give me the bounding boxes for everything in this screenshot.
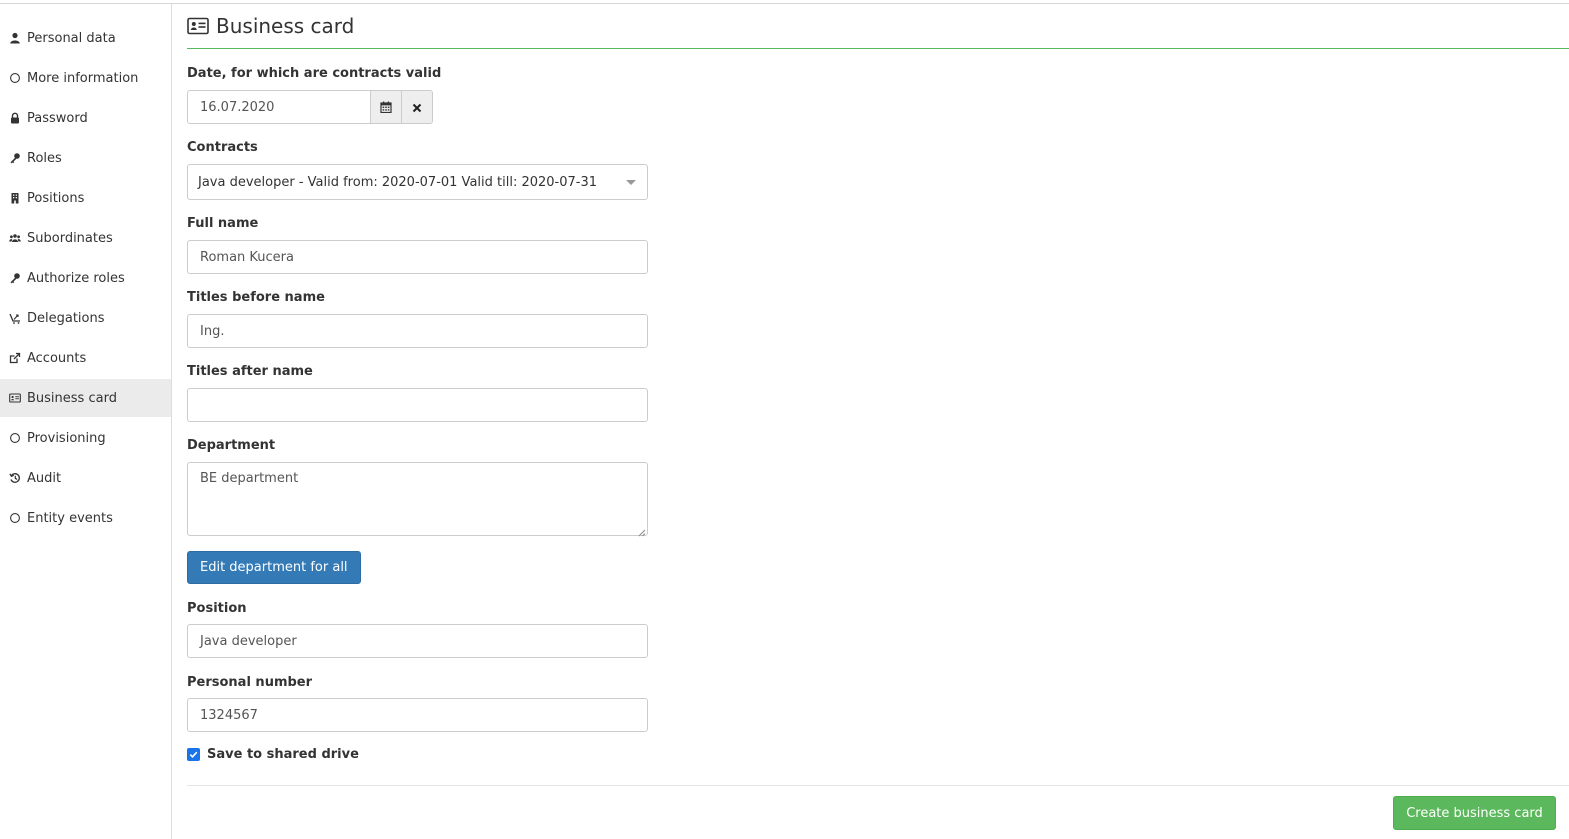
circle-icon xyxy=(9,72,21,84)
personal-number-label: Personal number xyxy=(187,675,313,690)
full-name-label: Full name xyxy=(187,216,259,231)
date-input[interactable]: 16.07.2020 xyxy=(187,90,371,124)
sidebar-item-label: Positions xyxy=(27,190,85,206)
titles-after-label: Titles after name xyxy=(187,364,313,379)
department-textarea[interactable]: BE department xyxy=(187,462,648,537)
sidebar-item-accounts[interactable]: Accounts xyxy=(0,339,171,377)
position-field[interactable]: Java developer xyxy=(187,624,648,658)
close-icon xyxy=(412,98,422,117)
sidebar-item-label: Accounts xyxy=(27,350,87,366)
sidebar-item-delegations[interactable]: Delegations xyxy=(0,299,171,337)
contracts-select[interactable]: Java developer - Valid from: 2020-07-01 … xyxy=(187,164,648,200)
sidebar-item-label: Roles xyxy=(27,150,62,166)
circle-icon xyxy=(9,432,21,444)
sidebar: Personal data More information Password … xyxy=(0,4,172,839)
sidebar-item-label: Password xyxy=(27,110,88,126)
lock-icon xyxy=(9,112,21,124)
sidebar-item-provisioning[interactable]: Provisioning xyxy=(0,419,171,457)
contracts-select-value: Java developer - Valid from: 2020-07-01 … xyxy=(198,174,598,190)
save-shared-label: Save to shared drive xyxy=(207,747,359,762)
id-card-icon xyxy=(187,17,209,35)
sidebar-item-subordinates[interactable]: Subordinates xyxy=(0,219,171,257)
sidebar-item-label: Authorize roles xyxy=(27,270,125,286)
sidebar-item-roles[interactable]: Roles xyxy=(0,139,171,177)
sidebar-item-label: Subordinates xyxy=(27,230,113,246)
create-business-card-button[interactable]: Create business card xyxy=(1393,796,1556,830)
titles-before-label: Titles before name xyxy=(187,290,325,305)
sidebar-item-label: More information xyxy=(27,70,139,86)
sidebar-item-positions[interactable]: Positions xyxy=(0,179,171,217)
page-title-text: Business card xyxy=(216,14,355,38)
sidebar-item-password[interactable]: Password xyxy=(0,99,171,137)
circle-icon xyxy=(9,512,21,524)
sidebar-item-authorize-roles[interactable]: Authorize roles xyxy=(0,259,171,297)
edit-department-button[interactable]: Edit department for all xyxy=(187,551,361,584)
page-title: Business card xyxy=(187,14,354,38)
footer-divider xyxy=(187,785,1569,786)
sidebar-item-label: Personal data xyxy=(27,30,116,46)
sidebar-item-label: Delegations xyxy=(27,310,105,326)
users-icon xyxy=(9,232,21,244)
date-picker: 16.07.2020 xyxy=(187,90,433,124)
calendar-button[interactable] xyxy=(371,90,402,124)
sidebar-item-personal-data[interactable]: Personal data xyxy=(0,19,171,57)
save-shared-checkbox[interactable] xyxy=(187,748,200,761)
sidebar-item-audit[interactable]: Audit xyxy=(0,459,171,497)
chevron-down-icon xyxy=(626,180,636,185)
sidebar-item-label: Business card xyxy=(27,390,117,406)
external-link-icon xyxy=(9,352,21,364)
department-value: BE department xyxy=(200,471,299,486)
calendar-icon xyxy=(380,98,392,117)
sidebar-item-entity-events[interactable]: Entity events xyxy=(0,499,171,537)
clear-date-button[interactable] xyxy=(402,90,433,124)
full-name-field[interactable]: Roman Kucera xyxy=(187,240,648,274)
titles-after-field[interactable] xyxy=(187,388,648,422)
top-border xyxy=(0,3,1569,4)
sidebar-item-label: Audit xyxy=(27,470,62,486)
sidebar-item-label: Provisioning xyxy=(27,430,106,446)
key-icon xyxy=(9,152,21,164)
sidebar-item-business-card[interactable]: Business card xyxy=(0,379,171,417)
delegation-icon xyxy=(9,312,21,324)
date-label: Date, for which are contracts valid xyxy=(187,66,442,81)
contracts-label: Contracts xyxy=(187,140,258,155)
id-card-icon xyxy=(9,392,21,404)
position-label: Position xyxy=(187,601,247,616)
sidebar-item-label: Entity events xyxy=(27,510,113,526)
department-label: Department xyxy=(187,438,276,453)
key-icon xyxy=(9,272,21,284)
personal-number-field[interactable]: 1324567 xyxy=(187,698,648,732)
sidebar-item-more-information[interactable]: More information xyxy=(0,59,171,97)
history-icon xyxy=(9,472,21,484)
checkmark-icon xyxy=(189,751,198,758)
user-icon xyxy=(9,32,21,44)
resize-handle-icon[interactable] xyxy=(638,526,646,537)
titles-before-field[interactable]: Ing. xyxy=(187,314,648,348)
title-divider xyxy=(187,48,1569,49)
save-shared-row: Save to shared drive xyxy=(187,747,359,762)
building-icon xyxy=(9,192,21,204)
